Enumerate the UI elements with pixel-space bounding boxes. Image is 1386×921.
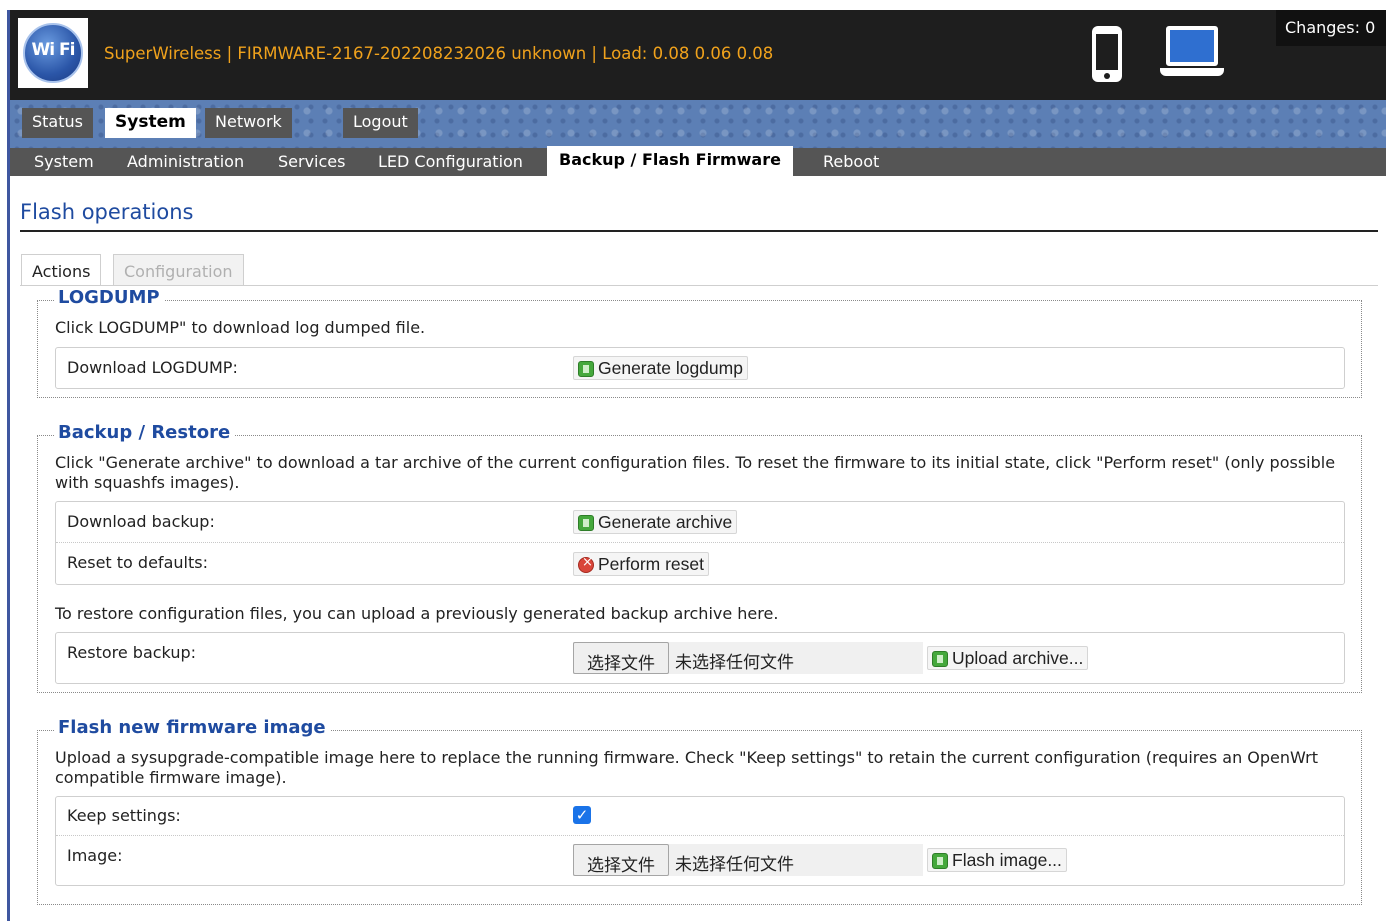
reset-icon: [578, 555, 594, 573]
generate-archive-label: Generate archive: [598, 512, 733, 532]
keep-settings-checkbox[interactable]: ✓: [573, 806, 591, 824]
perform-reset-button[interactable]: Perform reset: [573, 552, 709, 576]
header-title: SuperWireless | FIRMWARE-2167-2022082320…: [104, 44, 774, 63]
tab-configuration[interactable]: Configuration: [113, 254, 244, 286]
page-title: Flash operations: [20, 200, 194, 224]
wifi-logo: Wi Fi: [18, 18, 88, 88]
phone-icon[interactable]: [1092, 26, 1122, 82]
upload-icon: [932, 651, 948, 667]
download-logdump-label: Download LOGDUMP:: [67, 358, 238, 377]
restore-description: To restore configuration files, you can …: [55, 604, 779, 623]
subtab-administration[interactable]: Administration: [115, 148, 256, 176]
upload-archive-button[interactable]: Upload archive...: [927, 646, 1089, 670]
restore-file-picker[interactable]: 选择文件 未选择任何文件: [573, 642, 923, 674]
title-rule: [20, 230, 1378, 232]
no-image-selected-text: 未选择任何文件: [675, 855, 794, 875]
generate-archive-button[interactable]: Generate archive: [573, 510, 738, 534]
image-row: Image: 选择文件 未选择任何文件 Flash image...: [56, 836, 1344, 885]
logdump-rows: Download LOGDUMP: Generate logdump: [55, 347, 1345, 389]
flash-firmware-legend: Flash new firmware image: [54, 717, 330, 738]
restore-rows: Restore backup: 选择文件 未选择任何文件 Upload arch…: [55, 632, 1345, 684]
subtab-backup-flash-firmware[interactable]: Backup / Flash Firmware: [547, 146, 793, 176]
logdump-legend: LOGDUMP: [54, 287, 164, 308]
download-backup-label: Download backup:: [67, 512, 215, 531]
tab-system[interactable]: System: [105, 108, 196, 138]
backup-restore-legend: Backup / Restore: [54, 422, 235, 443]
logdump-description: Click LOGDUMP" to download log dumped fi…: [55, 318, 426, 337]
restore-backup-row: Restore backup: 选择文件 未选择任何文件 Upload arch…: [56, 633, 1344, 683]
tab-status[interactable]: Status: [22, 108, 93, 138]
keep-settings-row: Keep settings: ✓: [56, 797, 1344, 836]
perform-reset-label: Perform reset: [598, 554, 704, 574]
reset-row: Reset to defaults: Perform reset: [56, 543, 1344, 584]
subtab-led-configuration[interactable]: LED Configuration: [366, 148, 535, 176]
tab-logout[interactable]: Logout: [343, 108, 418, 138]
generate-logdump-label: Generate logdump: [598, 358, 743, 378]
subtab-services[interactable]: Services: [266, 148, 357, 176]
logdump-row: Download LOGDUMP: Generate logdump: [56, 348, 1344, 388]
keep-settings-label: Keep settings:: [67, 806, 181, 825]
laptop-icon[interactable]: [1160, 26, 1224, 78]
main-tab-bar: Status System Network Logout: [10, 100, 1386, 148]
logo-text: Wi Fi: [31, 40, 76, 60]
flash-firmware-section: Flash new firmware image Upload a sysupg…: [37, 717, 1362, 905]
backup-restore-section: Backup / Restore Click "Generate archive…: [37, 422, 1362, 693]
no-file-selected-text: 未选择任何文件: [675, 653, 794, 673]
subtab-system[interactable]: System: [22, 148, 106, 176]
tab-underline: [20, 285, 1378, 286]
flash-description: Upload a sysupgrade-compatible image her…: [55, 748, 1318, 787]
flash-icon: [932, 853, 948, 869]
left-edge-bar: [0, 0, 10, 921]
upload-archive-label: Upload archive...: [952, 648, 1084, 668]
tab-actions[interactable]: Actions: [21, 254, 102, 286]
flash-image-label: Flash image...: [952, 850, 1062, 870]
backup-rows: Download backup: Generate archive Reset …: [55, 501, 1345, 585]
choose-image-file-button[interactable]: 选择文件: [573, 844, 669, 876]
subtab-reboot[interactable]: Reboot: [811, 148, 891, 176]
logdump-section: LOGDUMP Click LOGDUMP" to download log d…: [37, 287, 1362, 398]
reset-to-defaults-label: Reset to defaults:: [67, 553, 208, 572]
download-backup-row: Download backup: Generate archive: [56, 502, 1344, 543]
generate-logdump-button[interactable]: Generate logdump: [573, 356, 748, 380]
laptop-base: [1160, 68, 1224, 76]
flash-rows: Keep settings: ✓ Image: 选择文件 未选择任何文件 Fla…: [55, 796, 1345, 886]
changes-counter[interactable]: Changes: 0: [1276, 10, 1386, 46]
archive-icon: [578, 515, 594, 531]
restore-backup-label: Restore backup:: [67, 643, 197, 662]
download-icon: [578, 361, 594, 377]
backup-description: Click "Generate archive" to download a t…: [55, 453, 1336, 492]
page-frame: Wi Fi SuperWireless | FIRMWARE-2167-2022…: [10, 10, 1386, 921]
header: Wi Fi SuperWireless | FIRMWARE-2167-2022…: [10, 10, 1386, 100]
tab-network[interactable]: Network: [205, 108, 292, 138]
flash-image-button[interactable]: Flash image...: [927, 848, 1067, 872]
image-file-picker[interactable]: 选择文件 未选择任何文件: [573, 844, 923, 876]
image-label: Image:: [67, 846, 123, 865]
sub-tab-bar: System Administration Services LED Confi…: [10, 146, 1386, 176]
laptop-screen: [1166, 26, 1218, 66]
choose-file-button[interactable]: 选择文件: [573, 642, 669, 674]
